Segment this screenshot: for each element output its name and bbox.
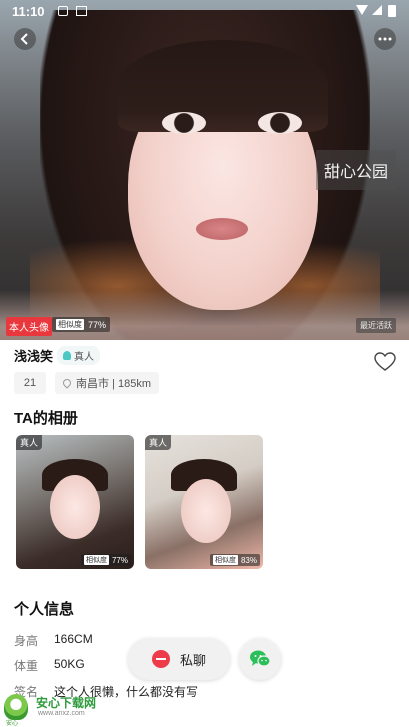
wifi-icon — [356, 5, 368, 15]
age-chip: 21 — [14, 372, 46, 394]
signal-icon — [372, 5, 382, 15]
similarity-badge: 相似度 77% — [52, 317, 111, 332]
watermark: 甜心公园 — [316, 150, 396, 190]
like-button[interactable] — [373, 350, 397, 374]
heart-icon — [374, 352, 396, 371]
album-photo-1[interactable]: 真人 相似度 77% — [16, 435, 134, 569]
info-value: 50KG — [54, 657, 85, 671]
info-row-weight: 体重 50KG — [14, 657, 85, 674]
active-badge: 最近活跃 — [356, 318, 396, 333]
shield-logo-text: 安心 — [6, 721, 19, 727]
profile-name: 浅浅笑 — [14, 349, 54, 364]
hero-shoulder — [0, 290, 409, 340]
status-time: 11:10 — [12, 4, 45, 19]
site-url: www.anxz.com — [38, 710, 85, 717]
shield-logo-icon — [4, 694, 28, 720]
private-chat-label: 私聊 — [179, 652, 206, 668]
hero-lips — [196, 218, 248, 240]
screenshot-icon — [76, 6, 87, 16]
location-pin-icon — [61, 377, 73, 389]
photo-similarity-tag: 相似度 — [212, 555, 238, 565]
info-row-height: 身高 166CM — [14, 632, 93, 649]
back-button[interactable] — [14, 28, 36, 50]
status-bar: 11:10 — [0, 0, 409, 24]
person-icon — [63, 351, 71, 360]
chevron-left-icon — [20, 33, 28, 45]
self-photo-badge: 本人头像 — [6, 317, 52, 336]
album-photo-2[interactable]: 真人 相似度 83% — [145, 435, 263, 569]
notification-icon — [58, 6, 68, 16]
photo-similarity-badge: 相似度 83% — [209, 554, 260, 566]
more-button[interactable] — [374, 28, 396, 50]
battery-icon — [388, 5, 396, 17]
wechat-icon — [250, 650, 271, 667]
hero-eye-right — [258, 112, 302, 134]
more-dots-icon — [378, 37, 392, 41]
hero-eye-left — [162, 112, 206, 134]
info-value: 166CM — [54, 632, 93, 646]
location-chip: 南昌市 | 185km — [55, 372, 159, 394]
profile-hero-photo[interactable]: 甜心公园 本人头像 相似度 77% 最近活跃 — [0, 0, 409, 340]
private-chat-button[interactable]: 私聊 — [128, 638, 230, 680]
verified-label: 真人 — [74, 352, 94, 363]
similarity-value: 77% — [88, 319, 107, 330]
photo-real-badge: 真人 — [16, 435, 43, 450]
wechat-button[interactable] — [239, 638, 281, 680]
photo-similarity-badge: 相似度 77% — [80, 554, 131, 566]
photo-similarity-value: 77% — [111, 555, 128, 565]
info-label: 体重 — [14, 659, 39, 673]
chat-icon — [151, 650, 170, 668]
photo-real-badge: 真人 — [145, 435, 172, 450]
photo-similarity-value: 83% — [240, 555, 257, 565]
similarity-tag: 相似度 — [56, 319, 84, 330]
location-text: 南昌市 | 185km — [76, 378, 151, 390]
album-title: TA的相册 — [14, 410, 78, 427]
verified-badge: 真人 — [57, 346, 100, 365]
personal-info-title: 个人信息 — [14, 601, 75, 618]
footer-site-logo: 安心 安心下载网 www.anxz.com — [0, 692, 409, 727]
site-brand: 安心下载网 — [36, 696, 97, 710]
info-label: 身高 — [14, 634, 39, 648]
photo-similarity-tag: 相似度 — [83, 555, 109, 565]
photo-face — [50, 475, 100, 539]
photo-face — [181, 479, 231, 543]
